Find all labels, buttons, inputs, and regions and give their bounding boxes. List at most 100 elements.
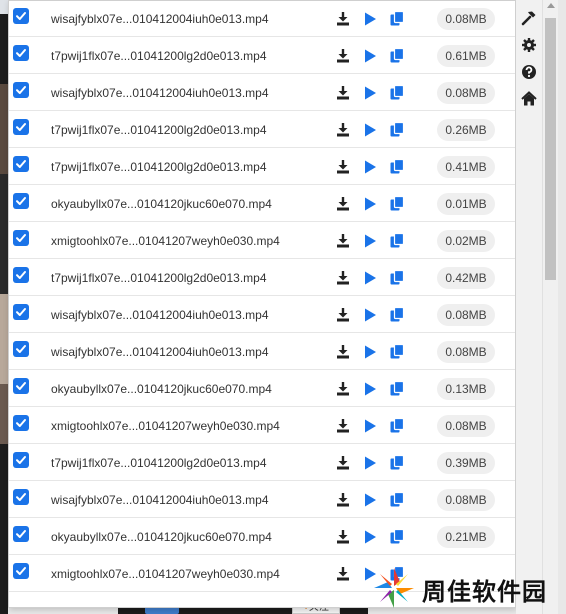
play-icon[interactable]	[361, 121, 379, 139]
checkbox-checked-icon[interactable]	[13, 341, 29, 357]
checkbox-checked-icon[interactable]	[13, 304, 29, 320]
home-icon[interactable]	[520, 90, 538, 108]
background-page-edge	[0, 14, 8, 614]
file-size-badge: 0.41MB	[437, 156, 495, 178]
watermark-text: 周佳软件园	[422, 578, 547, 606]
help-icon[interactable]	[520, 63, 538, 81]
copy-icon[interactable]	[388, 195, 406, 213]
hammer-icon[interactable]	[520, 9, 538, 27]
download-row: okyaubyllx07e...0104120jkuc60e070.mp4 0.…	[9, 185, 515, 222]
file-name: okyaubyllx07e...0104120jkuc60e070.mp4	[51, 197, 272, 211]
play-icon[interactable]	[361, 380, 379, 398]
play-icon[interactable]	[361, 232, 379, 250]
download-row: t7pwij1flx07e...01041200lg2d0e013.mp4 0.…	[9, 148, 515, 185]
download-icon[interactable]	[334, 306, 352, 324]
download-icon[interactable]	[334, 121, 352, 139]
checkbox-checked-icon[interactable]	[13, 415, 29, 431]
copy-icon[interactable]	[388, 84, 406, 102]
download-row: okyaubyllx07e...0104120jkuc60e070.mp4 0.…	[9, 518, 515, 555]
copy-icon[interactable]	[388, 491, 406, 509]
download-icon[interactable]	[334, 565, 352, 583]
download-row: t7pwij1flx07e...01041200lg2d0e013.mp4 0.…	[9, 444, 515, 481]
copy-icon[interactable]	[388, 343, 406, 361]
file-name: wisajfyblx07e...010412004iuh0e013.mp4	[51, 308, 269, 322]
watermark: 周佳软件园	[368, 562, 566, 614]
checkbox-checked-icon[interactable]	[13, 526, 29, 542]
download-row: wisajfyblx07e...010412004iuh0e013.mp4 0.…	[9, 333, 515, 370]
watermark-logo	[374, 568, 414, 608]
checkbox-checked-icon[interactable]	[13, 45, 29, 61]
play-icon[interactable]	[361, 491, 379, 509]
download-row: xmigtoohlx07e...01041207weyh0e030.mp4 0.…	[9, 407, 515, 444]
window-edge	[558, 0, 566, 614]
copy-icon[interactable]	[388, 417, 406, 435]
checkbox-checked-icon[interactable]	[13, 230, 29, 246]
play-icon[interactable]	[361, 306, 379, 324]
file-name: t7pwij1flx07e...01041200lg2d0e013.mp4	[51, 123, 267, 137]
file-name: t7pwij1flx07e...01041200lg2d0e013.mp4	[51, 456, 267, 470]
play-icon[interactable]	[361, 10, 379, 28]
copy-icon[interactable]	[388, 47, 406, 65]
copy-icon[interactable]	[388, 232, 406, 250]
download-row: wisajfyblx07e...010412004iuh0e013.mp4 0.…	[9, 74, 515, 111]
download-row: t7pwij1flx07e...01041200lg2d0e013.mp4 0.…	[9, 111, 515, 148]
play-icon[interactable]	[361, 417, 379, 435]
file-size-badge: 0.26MB	[437, 119, 495, 141]
scrollbar[interactable]	[542, 0, 558, 614]
checkbox-checked-icon[interactable]	[13, 378, 29, 394]
file-size-badge: 0.08MB	[437, 8, 495, 30]
play-icon[interactable]	[361, 454, 379, 472]
play-icon[interactable]	[361, 47, 379, 65]
download-icon[interactable]	[334, 195, 352, 213]
download-icon[interactable]	[334, 343, 352, 361]
download-icon[interactable]	[334, 380, 352, 398]
download-icon[interactable]	[334, 454, 352, 472]
background-photo	[0, 84, 8, 174]
checkbox-checked-icon[interactable]	[13, 452, 29, 468]
checkbox-checked-icon[interactable]	[13, 267, 29, 283]
play-icon[interactable]	[361, 195, 379, 213]
download-icon[interactable]	[334, 417, 352, 435]
checkbox-checked-icon[interactable]	[13, 193, 29, 209]
copy-icon[interactable]	[388, 269, 406, 287]
copy-icon[interactable]	[388, 380, 406, 398]
download-icon[interactable]	[334, 528, 352, 546]
download-icon[interactable]	[334, 491, 352, 509]
gear-icon[interactable]	[520, 36, 538, 54]
file-name: xmigtoohlx07e...01041207weyh0e030.mp4	[51, 234, 280, 248]
copy-icon[interactable]	[388, 306, 406, 324]
file-name: wisajfyblx07e...010412004iuh0e013.mp4	[51, 12, 269, 26]
download-row: wisajfyblx07e...010412004iuh0e013.mp4 0.…	[9, 296, 515, 333]
file-name: okyaubyllx07e...0104120jkuc60e070.mp4	[51, 530, 272, 544]
play-icon[interactable]	[361, 528, 379, 546]
copy-icon[interactable]	[388, 528, 406, 546]
download-icon[interactable]	[334, 158, 352, 176]
file-name: xmigtoohlx07e...01041207weyh0e030.mp4	[51, 567, 280, 581]
copy-icon[interactable]	[388, 454, 406, 472]
play-icon[interactable]	[361, 343, 379, 361]
play-icon[interactable]	[361, 84, 379, 102]
copy-icon[interactable]	[388, 158, 406, 176]
scrollbar-thumb[interactable]	[545, 18, 556, 280]
play-icon[interactable]	[361, 269, 379, 287]
play-icon[interactable]	[361, 158, 379, 176]
scroll-up-arrow-icon[interactable]	[547, 3, 555, 8]
copy-icon[interactable]	[388, 10, 406, 28]
download-icon[interactable]	[334, 10, 352, 28]
checkbox-checked-icon[interactable]	[13, 8, 29, 24]
file-name: okyaubyllx07e...0104120jkuc60e070.mp4	[51, 382, 272, 396]
copy-icon[interactable]	[388, 121, 406, 139]
download-icon[interactable]	[334, 232, 352, 250]
checkbox-checked-icon[interactable]	[13, 82, 29, 98]
extension-toolbar	[516, 0, 542, 614]
download-icon[interactable]	[334, 47, 352, 65]
checkbox-checked-icon[interactable]	[13, 156, 29, 172]
checkbox-checked-icon[interactable]	[13, 563, 29, 579]
checkbox-checked-icon[interactable]	[13, 489, 29, 505]
download-icon[interactable]	[334, 269, 352, 287]
download-icon[interactable]	[334, 84, 352, 102]
checkbox-checked-icon[interactable]	[13, 119, 29, 135]
file-size-badge: 0.02MB	[437, 230, 495, 252]
file-size-badge: 0.39MB	[437, 452, 495, 474]
background-photo	[0, 384, 8, 444]
